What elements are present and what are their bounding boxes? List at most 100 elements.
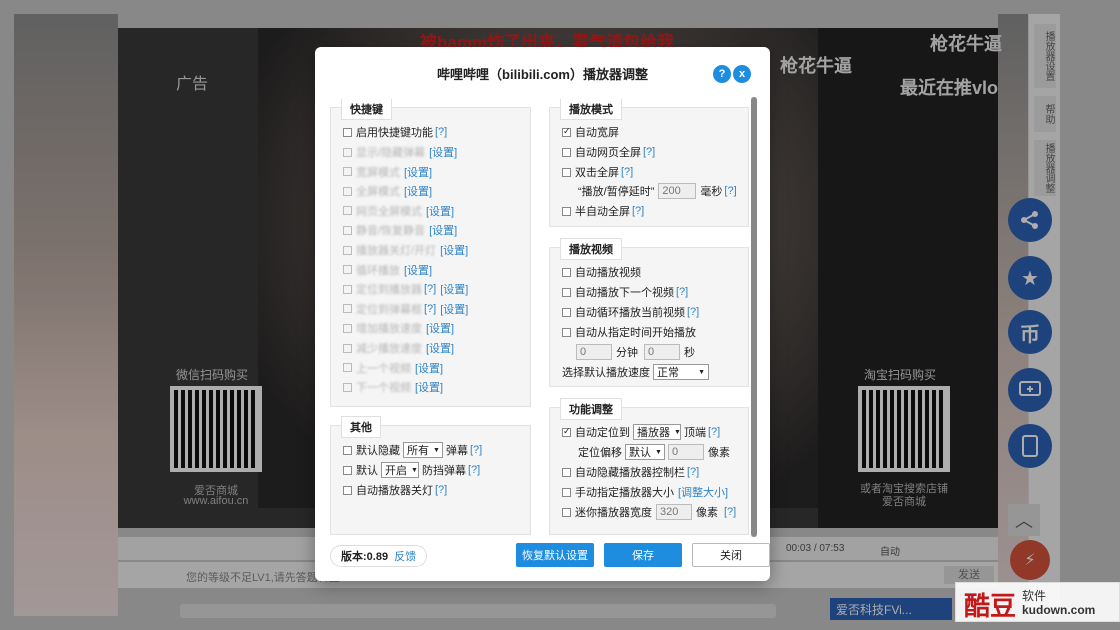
hotkey-help[interactable]: [?] [424,283,436,295]
hotkey-set-link[interactable]: [设置] [426,340,454,356]
delay-input[interactable]: 200 [658,183,697,199]
hotkey-enable-checkbox[interactable] [343,127,352,137]
scrollbar-thumb[interactable] [751,97,757,537]
hotkey-row[interactable]: 宽屏模式 [设置] [343,164,432,180]
hotkey-checkbox[interactable] [343,382,352,392]
lights-row[interactable]: 自动播放器关灯 [?] [343,482,447,498]
block-select[interactable]: 开启 ▼ [381,462,419,478]
hotkey-row[interactable]: 静音/恢复静音 [设置] [343,222,457,238]
mini-width-checkbox[interactable] [562,507,571,517]
auto-wide-row[interactable]: 自动宽屏 [562,124,619,140]
close-icon[interactable]: x [733,65,751,83]
offset-input[interactable]: 0 [668,444,704,460]
auto-loop-checkbox[interactable] [562,307,571,317]
mini-width-row[interactable]: 迷你播放器宽度 320 像素 [?] [562,504,736,520]
mini-width-help[interactable]: [?] [724,506,736,518]
default-hide-row[interactable]: 默认隐藏 所有 ▼ 弹幕 [?] [343,442,482,458]
lights-checkbox[interactable] [343,485,352,495]
hotkey-checkbox[interactable] [343,245,352,255]
hotkey-checkbox[interactable] [343,363,352,373]
hide-ctrl-checkbox[interactable] [562,467,571,477]
hotkey-row[interactable]: 循环播放 [设置] [343,262,432,278]
help-icon[interactable]: ? [713,65,731,83]
hotkey-row[interactable]: 定位到播放器 [?] [设置] [343,281,468,297]
semi-full-checkbox[interactable] [562,206,571,216]
hotkey-row[interactable]: 下一个视频 [设置] [343,379,443,395]
block-checkbox[interactable] [343,465,352,475]
block-help[interactable]: [?] [468,464,480,476]
feedback-link[interactable]: 反馈 [394,548,416,564]
manual-size-checkbox[interactable] [562,487,571,497]
hotkey-row[interactable]: 显示/隐藏弹幕 [设置] [343,144,457,160]
manual-size-link[interactable]: [调整大小] [678,484,728,500]
hotkey-set-link[interactable]: [设置] [415,379,443,395]
minutes-input[interactable]: 0 [576,344,612,360]
hotkey-set-link[interactable]: [设置] [426,203,454,219]
auto-locate-row[interactable]: 自动定位到 播放器▼ 顶端 [?] [562,424,720,440]
auto-wide-checkbox[interactable] [562,126,571,137]
reset-button[interactable]: 恢复默认设置 [516,543,594,567]
delay-help[interactable]: [?] [724,185,736,197]
auto-loop-help[interactable]: [?] [687,306,699,318]
hotkey-row[interactable]: 减少播放速度 [设置] [343,340,454,356]
auto-from-checkbox[interactable] [562,327,571,337]
default-hide-checkbox[interactable] [343,445,352,455]
mini-width-input[interactable]: 320 [656,504,692,520]
speed-select[interactable]: 正常 ▼ [653,364,709,380]
settings-scroll-area[interactable]: 快捷键 启用快捷键功能 [?] 显示/隐藏弹幕 [设置] 宽屏模式 [设置] 全屏模式[… [328,99,755,535]
hotkey-checkbox[interactable] [343,225,352,235]
hotkey-set-link[interactable]: [设置] [429,222,457,238]
save-button[interactable]: 保存 [604,543,682,567]
hotkey-help[interactable]: [?] [424,303,436,315]
auto-next-checkbox[interactable] [562,287,571,297]
hotkey-set-link[interactable]: [设置] [440,301,468,317]
hotkey-set-link[interactable]: [设置] [440,242,468,258]
hotkey-set-link[interactable]: [设置] [429,144,457,160]
auto-next-help[interactable]: [?] [676,286,688,298]
dbl-full-row[interactable]: 双击全屏 [?] [562,164,633,180]
locate-select[interactable]: 播放器 ▼ [633,424,681,440]
hotkey-set-link[interactable]: [设置] [404,183,432,199]
lights-help[interactable]: [?] [435,484,447,496]
semi-full-help[interactable]: [?] [632,205,644,217]
auto-play-row[interactable]: 自动播放视频 [562,264,641,280]
hotkey-checkbox[interactable] [343,284,352,294]
hotkey-enable-help[interactable]: [?] [435,126,447,138]
hotkey-row[interactable]: 网页全屏模式 [设置] [343,203,454,219]
hotkey-enable-row[interactable]: 启用快捷键功能 [?] [343,124,447,140]
hotkey-row[interactable]: 全屏模式 [设置] [343,183,432,199]
hotkey-row[interactable]: 上一个视频 [设置] [343,360,443,376]
hotkey-row[interactable]: 增加播放速度 [设置] [343,320,454,336]
locate-help[interactable]: [?] [708,426,720,438]
hotkey-checkbox[interactable] [343,167,352,177]
hotkey-checkbox[interactable] [343,304,352,314]
hide-ctrl-row[interactable]: 自动隐藏播放器控制栏 [?] [562,464,699,480]
default-hide-help[interactable]: [?] [470,444,482,456]
hotkey-row[interactable]: 定位到弹幕框 [?] [设置] [343,301,468,317]
auto-webfull-help[interactable]: [?] [643,146,655,158]
auto-webfull-row[interactable]: 自动网页全屏 [?] [562,144,655,160]
seconds-input[interactable]: 0 [644,344,680,360]
hide-ctrl-help[interactable]: [?] [687,466,699,478]
hotkey-checkbox[interactable] [343,206,352,216]
auto-webfull-checkbox[interactable] [562,147,571,157]
hotkey-checkbox[interactable] [343,323,352,333]
block-row[interactable]: 默认 开启 ▼ 防挡弹幕 [?] [343,462,480,478]
hotkey-set-link[interactable]: [设置] [426,320,454,336]
auto-loop-row[interactable]: 自动循环播放当前视频 [?] [562,304,699,320]
auto-locate-checkbox[interactable] [562,426,571,437]
hotkey-set-link[interactable]: [设置] [440,281,468,297]
auto-next-row[interactable]: 自动播放下一个视频 [?] [562,284,688,300]
hotkey-row[interactable]: 播放器关灯/开灯 [设置] [343,242,468,258]
auto-play-checkbox[interactable] [562,267,571,277]
dbl-full-help[interactable]: [?] [621,166,633,178]
hotkey-checkbox[interactable] [343,343,352,353]
hotkey-checkbox[interactable] [343,186,352,196]
semi-full-row[interactable]: 半自动全屏 [?] [562,203,644,219]
offset-select[interactable]: 默认 ▼ [625,444,665,460]
hotkey-checkbox[interactable] [343,265,352,275]
hide-type-select[interactable]: 所有 ▼ [403,442,443,458]
dbl-full-checkbox[interactable] [562,167,571,177]
manual-size-row[interactable]: 手动指定播放器大小 [调整大小] [562,484,728,500]
hotkey-set-link[interactable]: [设置] [404,262,432,278]
